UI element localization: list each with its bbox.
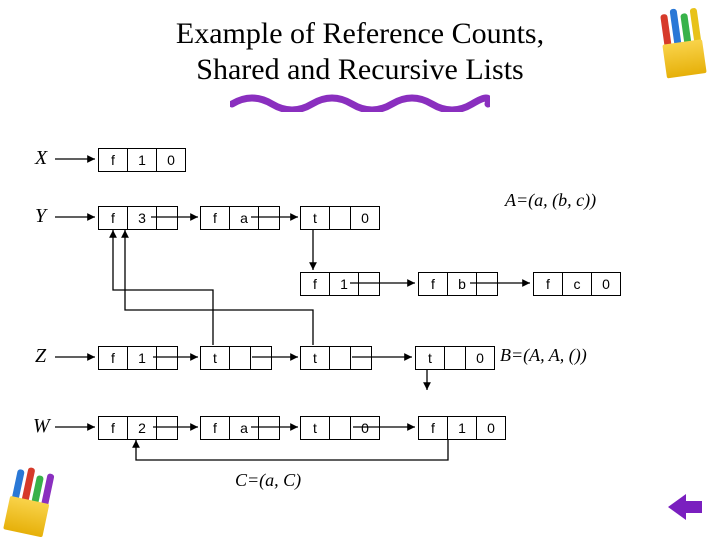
cell-tag: f [201, 417, 230, 439]
cell-tag: f [99, 417, 128, 439]
cell-ref: 1 [448, 417, 477, 439]
node-y3: t 0 [300, 206, 380, 230]
row-label-z: Z [35, 345, 46, 368]
cell-tag: t [301, 347, 330, 369]
cell-tag: f [419, 273, 448, 295]
node-x: f 1 0 [98, 148, 186, 172]
title-line-2: Shared and Recursive Lists [196, 53, 523, 86]
cell-val: b [448, 273, 477, 295]
cell-ptr [157, 417, 177, 439]
cell-tag: t [301, 207, 330, 229]
cell-next: 0 [157, 149, 185, 171]
cell-tag: f [99, 347, 128, 369]
cell-next: 0 [477, 417, 505, 439]
node-y2: f a [200, 206, 280, 230]
cell-ptr [157, 347, 177, 369]
node-y: f 3 [98, 206, 178, 230]
cell-ref: 3 [128, 207, 157, 229]
eq-c: C=(a, C) [235, 470, 301, 491]
back-arrow-icon[interactable] [668, 494, 702, 520]
row-label-w: W [33, 415, 50, 438]
cell-ref: 1 [128, 347, 157, 369]
cell-val: c [563, 273, 592, 295]
cell-ref: 1 [330, 273, 359, 295]
cell-val: a [230, 207, 259, 229]
cell-ptr [477, 273, 497, 295]
node-m1: f 1 [300, 272, 380, 296]
cell-ptr2 [251, 347, 271, 369]
cell-ptr [330, 207, 351, 229]
cell-ptr [359, 273, 379, 295]
diagram-stage: X Y Z W f 1 0 f 3 f a t 0 f 1 f b f c 0 [0, 120, 720, 540]
cell-tag: f [419, 417, 448, 439]
cell-ptr [157, 207, 177, 229]
cell-tag: f [301, 273, 330, 295]
cell-tag: f [99, 207, 128, 229]
cell-ptr [330, 347, 351, 369]
node-w2: f a [200, 416, 280, 440]
connector-arrows [0, 120, 720, 540]
node-z3: t [300, 346, 372, 370]
cell-ref: 1 [128, 149, 157, 171]
cell-ptr2 [351, 347, 371, 369]
eq-b: B=(A, A, ()) [500, 345, 587, 366]
cell-tag: f [99, 149, 128, 171]
cell-tag: t [301, 417, 330, 439]
node-m3: f c 0 [533, 272, 621, 296]
cell-ptr [259, 207, 279, 229]
cell-next: 0 [592, 273, 620, 295]
cell-ptr [330, 417, 351, 439]
cell-tag: t [416, 347, 445, 369]
crayon-box-decoration [653, 3, 710, 79]
row-label-y: Y [35, 205, 46, 228]
cell-next: 0 [466, 347, 494, 369]
cell-ptr [259, 417, 279, 439]
node-z2: t [200, 346, 272, 370]
cell-tag: t [201, 347, 230, 369]
node-z: f 1 [98, 346, 178, 370]
cell-tag: f [534, 273, 563, 295]
cell-ptr [445, 347, 466, 369]
cell-next: 0 [351, 417, 379, 439]
eq-a: A=(a, (b, c)) [505, 190, 596, 211]
cell-tag: f [201, 207, 230, 229]
node-z4: t 0 [415, 346, 495, 370]
cell-ptr [230, 347, 251, 369]
slide-title: Example of Reference Counts, Shared and … [0, 0, 720, 88]
node-w4: f 1 0 [418, 416, 506, 440]
node-w: f 2 [98, 416, 178, 440]
cell-ref: 2 [128, 417, 157, 439]
title-line-1: Example of Reference Counts, [176, 17, 544, 50]
title-underline-squiggle [230, 92, 490, 112]
cell-next: 0 [351, 207, 379, 229]
node-m2: f b [418, 272, 498, 296]
row-label-x: X [35, 147, 47, 170]
node-w3: t 0 [300, 416, 380, 440]
cell-val: a [230, 417, 259, 439]
